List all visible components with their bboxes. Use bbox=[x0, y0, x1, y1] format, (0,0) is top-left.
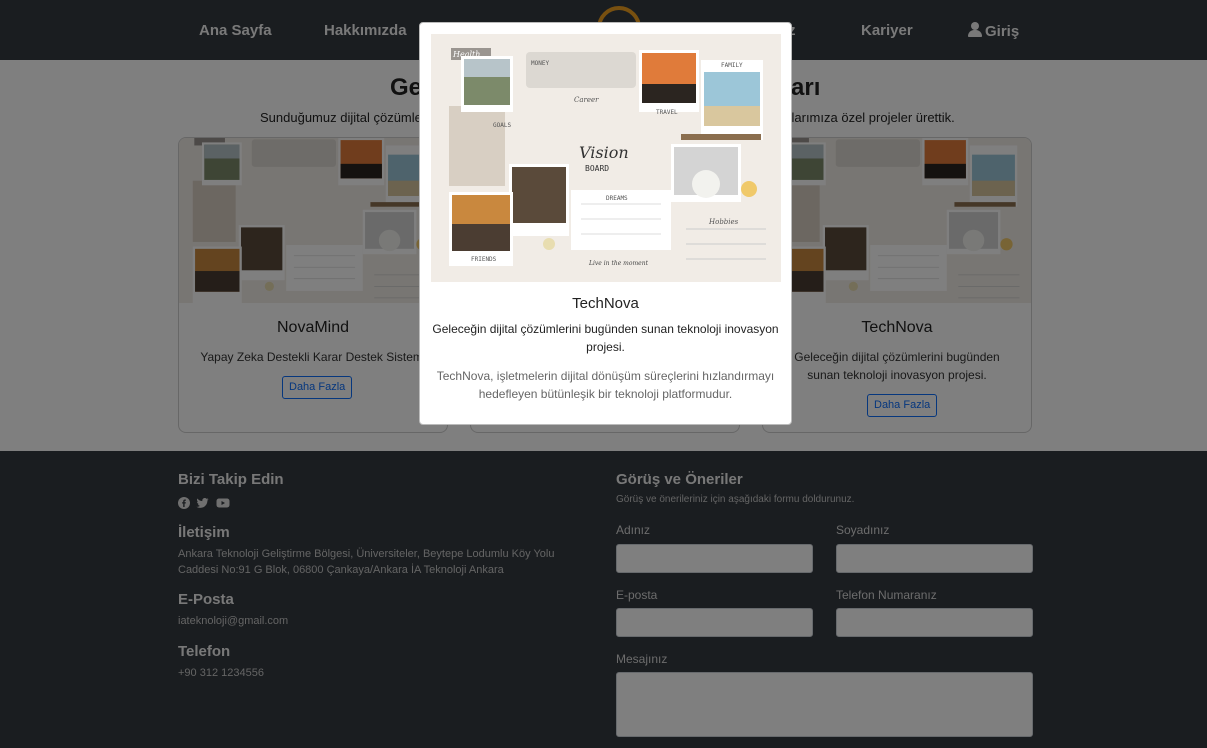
modal-long-description: TechNova, işletmelerin dijital dönüşüm s… bbox=[436, 369, 775, 401]
vb-label: GOALS bbox=[493, 122, 511, 129]
vision-board-image: Health MONEY Career GOALS FAMILY TRAVEL … bbox=[431, 34, 781, 282]
vb-label: BOARD bbox=[585, 164, 609, 173]
vb-label: MONEY bbox=[531, 60, 549, 67]
vb-label: FRIENDS bbox=[471, 256, 497, 263]
vb-label: TRAVEL bbox=[656, 109, 678, 116]
vb-label: Hobbies bbox=[708, 218, 739, 226]
project-modal: Health MONEY Career GOALS FAMILY TRAVEL … bbox=[419, 22, 792, 425]
modal-description: Geleceğin dijital çözümlerini bugünden s… bbox=[432, 322, 779, 354]
vb-label: Vision bbox=[579, 143, 629, 162]
vb-label: FAMILY bbox=[721, 62, 743, 69]
vb-label: Career bbox=[574, 96, 599, 104]
vb-label: DREAMS bbox=[606, 195, 628, 202]
modal-title: TechNova bbox=[572, 295, 639, 312]
vb-label: Live in the moment bbox=[588, 260, 649, 267]
vb-label: Health bbox=[452, 50, 480, 59]
